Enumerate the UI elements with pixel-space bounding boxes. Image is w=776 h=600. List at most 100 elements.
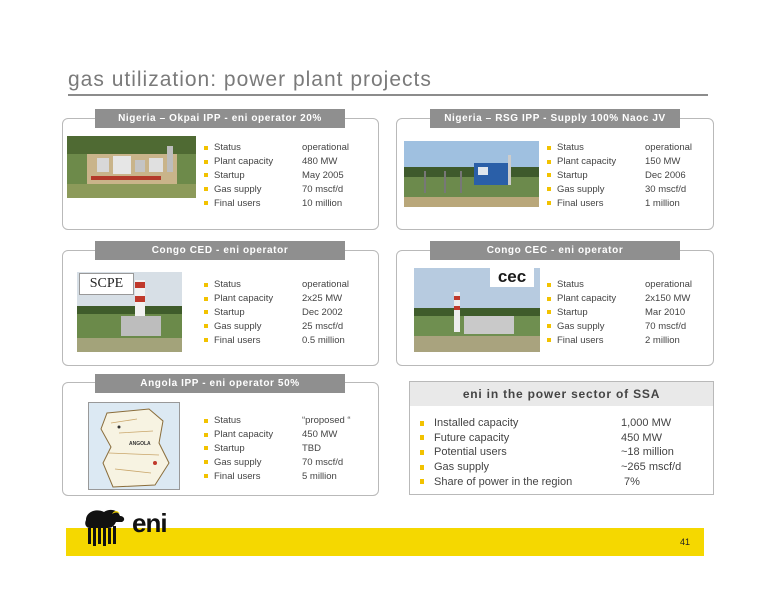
eni-logo-text: eni [132,508,168,538]
capacity-value: 2x25 MW [302,293,343,305]
spec-row: Gas supply 70 mscf/d [204,182,349,196]
spec-row: Final users 1 million [547,196,692,210]
final-users-value: 0.5 million [302,334,345,346]
bullet-icon [204,418,208,423]
bullet-icon [547,173,551,178]
spec-row: Startup TBD [204,442,351,456]
bullet-icon [547,201,551,206]
spec-row: Gas supply 25 mscf/d [204,319,349,333]
title-divider [68,94,708,96]
bullet-icon [547,159,551,164]
spec-row: Startup Dec 2002 [204,306,349,320]
final-users-value: 1 million [645,197,680,209]
summary-title: eni in the power sector of SSA [410,382,713,406]
spec-row: Startup Mar 2010 [547,306,692,320]
spec-row: Status operational [547,141,692,155]
six-legged-dog-icon [85,509,125,546]
bullet-icon [420,449,424,455]
angola-map: ANGOLA [88,402,180,490]
summary-item: Future capacity 450 MW [420,431,713,446]
spec-list-angola: Status “proposed “ Plant capacity 450 MW S… [204,414,351,483]
bullet-icon [204,159,208,164]
spec-row: Gas supply 70 mscf/d [204,455,351,469]
slide-title: gas utilization: power plant projects [68,68,432,91]
capacity-value: 2x150 MW [645,293,691,305]
bullet-icon [204,145,208,150]
capacity-value: 480 MW [302,156,338,168]
spec-row: Status operational [547,278,692,292]
status-value: operational [645,279,693,291]
summary-value: 7% [621,475,640,488]
spec-row: Final users 2 million [547,333,692,347]
map-label-angola: ANGOLA [129,441,151,447]
bullet-icon [204,310,208,315]
bullet-icon [204,460,208,465]
spec-row: Plant capacity 480 MW [204,155,349,169]
eni-logo: eni [76,504,186,548]
cec-logo: cec [490,267,534,287]
summary-value: 450 MW [621,431,662,444]
bullet-icon [547,310,551,315]
spec-list-rsg: Status operational Plant capacity 150 MW S… [547,141,692,210]
spec-list-okpai: Status operational Plant capacity 480 MW S… [204,141,349,210]
gas-supply-value: 70 mscf/d [302,456,344,468]
bullet-icon [420,420,424,426]
project-header-congo-ced: Congo CED - eni operator [95,241,345,260]
spec-row: Status operational [204,278,349,292]
spec-list-congo-ced: Status operational Plant capacity 2x25 MW … [204,278,349,347]
startup-value: May 2005 [302,169,344,181]
summary-value: ~18 million [621,446,674,459]
project-header-congo-cec: Congo CEC - eni operator [430,241,680,260]
spec-row: Final users 10 million [204,196,349,210]
spec-row: Gas supply 30 mscf/d [547,182,692,196]
final-users-value: 10 million [302,197,343,209]
project-header-okpai: Nigeria – Okpai IPP - eni operator 20% [95,109,345,128]
startup-value: Dec 2006 [645,169,686,181]
spec-row: Status operational [204,141,349,155]
startup-value: Dec 2002 [302,306,343,318]
summary-item: Installed capacity 1,000 MW [420,416,713,431]
bullet-icon [547,145,551,150]
status-value: “proposed “ [302,415,351,427]
final-users-value: 5 million [302,470,337,482]
startup-value: TBD [302,442,321,454]
bullet-icon [547,187,551,192]
bullet-icon [204,324,208,329]
spec-row: Final users 5 million [204,469,351,483]
bullet-icon [547,324,551,329]
bullet-icon [204,446,208,451]
plant-photo-okpai [67,136,196,198]
startup-value: Mar 2010 [645,306,686,318]
bullet-icon [204,338,208,343]
project-header-angola: Angola IPP - eni operator 50% [95,374,345,393]
status-value: operational [302,142,350,154]
summary-value: ~265 mscf/d [621,461,682,474]
gas-supply-value: 30 mscf/d [645,183,687,195]
gas-supply-value: 70 mscf/d [302,183,344,195]
spec-row: Startup Dec 2006 [547,169,692,183]
bullet-icon [420,464,424,470]
gas-supply-value: 25 mscf/d [302,320,344,332]
summary-list: Installed capacity 1,000 MW Future capaci… [410,406,713,489]
scpe-logo: SCPE [79,273,134,295]
spec-row: Plant capacity 150 MW [547,155,692,169]
gas-supply-value: 70 mscf/d [645,320,687,332]
bullet-icon [547,338,551,343]
bullet-icon [204,432,208,437]
bullet-icon [420,435,424,441]
bullet-icon [204,282,208,287]
status-value: operational [645,142,693,154]
summary-box: eni in the power sector of SSA Installed… [409,381,714,495]
capacity-value: 450 MW [302,429,338,441]
project-header-rsg: Nigeria – RSG IPP - Supply 100% Naoc JV [430,109,680,128]
final-users-value: 2 million [645,334,680,346]
spec-row: Plant capacity 450 MW [204,428,351,442]
summary-item: Share of power in the region 7% [420,474,713,489]
spec-row: Status “proposed “ [204,414,351,428]
summary-item: Potential users ~18 million [420,445,713,460]
bullet-icon [547,296,551,301]
bullet-icon [204,201,208,206]
spec-row: Gas supply 70 mscf/d [547,319,692,333]
spec-list-congo-cec: Status operational Plant capacity 2x150 MW… [547,278,692,347]
bullet-icon [204,296,208,301]
